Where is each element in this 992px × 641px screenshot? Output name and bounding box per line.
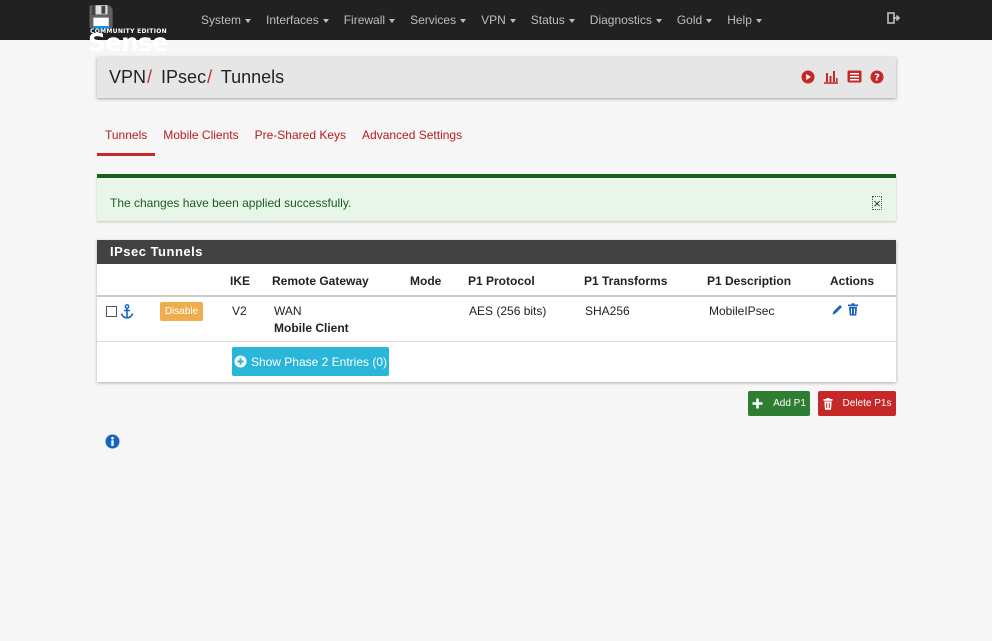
brand-edition: COMMUNITY EDITION — [90, 28, 167, 35]
breadcrumb-tunnels: Tunnels — [220, 67, 285, 87]
caret-down-icon — [322, 18, 329, 23]
caret-down-icon — [460, 18, 467, 23]
tab-bar: Tunnels Mobile Clients Pre-Shared Keys A… — [97, 128, 470, 158]
nav-status[interactable]: Status — [531, 13, 575, 27]
show-phase2-button[interactable]: Show Phase 2 Entries (0) — [232, 347, 389, 376]
svg-text:?: ? — [874, 73, 880, 84]
tab-mobile-clients[interactable]: Mobile Clients — [155, 128, 246, 156]
nav-firewall[interactable]: Firewall — [344, 13, 396, 27]
col-p1-description: P1 Description — [707, 274, 792, 288]
help-icon[interactable]: ? — [870, 70, 884, 84]
row-actions — [831, 303, 859, 316]
cell-ike: V2 — [232, 304, 247, 318]
pencil-icon[interactable] — [831, 303, 844, 316]
nav-gold[interactable]: Gold — [677, 13, 713, 27]
main-nav: System Interfaces Firewall Services VPN … — [201, 0, 777, 40]
trash-icon[interactable] — [847, 303, 859, 316]
nav-help[interactable]: Help — [727, 13, 762, 27]
cell-p1-protocol: AES (256 bits) — [469, 304, 547, 318]
cell-p1-transforms: SHA256 — [585, 304, 630, 318]
caret-down-icon — [655, 18, 662, 23]
breadcrumb-vpn[interactable]: VPN — [109, 67, 146, 87]
cell-gateway-sub: Mobile Client — [274, 321, 349, 335]
col-ike: IKE — [230, 274, 251, 288]
cell-p1-description: MobileIPsec — [709, 304, 775, 318]
divider — [97, 295, 896, 297]
col-mode: Mode — [410, 274, 442, 288]
nav-diagnostics[interactable]: Diagnostics — [590, 13, 662, 27]
col-actions: Actions — [830, 274, 875, 288]
col-remote-gateway: Remote Gateway — [272, 274, 369, 288]
plus-icon — [752, 398, 763, 409]
tab-tunnels[interactable]: Tunnels — [97, 128, 156, 156]
caret-down-icon — [755, 18, 762, 23]
info-icon[interactable] — [105, 434, 120, 449]
caret-down-icon — [568, 18, 575, 23]
brand-logo[interactable]: 💾Sense COMMUNITY EDITION — [88, 3, 184, 56]
nav-services[interactable]: Services — [410, 13, 467, 27]
breadcrumb-ipsec[interactable]: IPsec — [161, 67, 206, 87]
top-navbar: 💾Sense COMMUNITY EDITION System Interfac… — [0, 0, 992, 56]
tab-advanced-settings[interactable]: Advanced Settings — [354, 128, 470, 156]
cell-gateway: WAN — [274, 304, 302, 318]
add-p1-button[interactable]: Add P1 — [748, 391, 810, 416]
nav-interfaces[interactable]: Interfaces — [266, 13, 329, 27]
caret-down-icon — [509, 18, 516, 23]
success-alert: The changes have been applied successful… — [97, 174, 896, 221]
logout-icon[interactable] — [887, 11, 901, 25]
panel-title: IPsec Tunnels — [97, 240, 896, 264]
close-icon[interactable]: × — [872, 196, 882, 211]
ipsec-tunnels-panel: IPsec Tunnels IKE Remote Gateway Mode P1… — [97, 240, 896, 382]
list-icon[interactable] — [847, 70, 862, 83]
plus-circle-icon — [234, 355, 247, 368]
alert-message: The changes have been applied successful… — [110, 196, 352, 210]
trash-icon — [823, 397, 833, 410]
col-p1-transforms: P1 Transforms — [584, 274, 668, 288]
row-checkbox[interactable] — [106, 306, 117, 317]
anchor-icon[interactable] — [120, 304, 134, 319]
nav-system[interactable]: System — [201, 13, 252, 27]
disable-button[interactable]: Disable — [160, 302, 203, 321]
breadcrumb-actions: ? — [801, 70, 884, 84]
col-p1-protocol: P1 Protocol — [468, 274, 535, 288]
bar-chart-icon[interactable] — [823, 70, 839, 84]
divider — [97, 341, 896, 342]
caret-down-icon — [706, 18, 713, 23]
caret-down-icon — [245, 18, 252, 23]
nav-vpn[interactable]: VPN — [481, 13, 516, 27]
delete-p1s-button[interactable]: Delete P1s — [818, 391, 896, 416]
breadcrumb: VPN/ IPsec/ Tunnels — [109, 67, 285, 87]
show-phase2-label: Show Phase 2 Entries (0) — [250, 354, 388, 369]
tab-pre-shared-keys[interactable]: Pre-Shared Keys — [247, 128, 354, 156]
caret-down-icon — [389, 18, 396, 23]
breadcrumb-panel: VPN/ IPsec/ Tunnels ? — [97, 57, 896, 98]
play-circle-icon[interactable] — [801, 70, 815, 84]
